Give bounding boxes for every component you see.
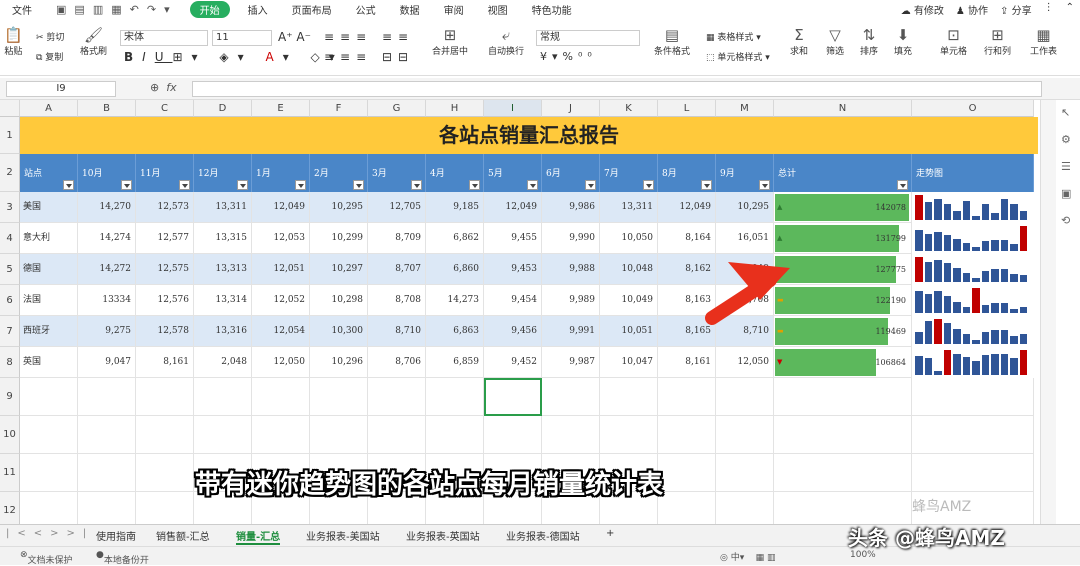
red-arrow (705, 262, 790, 325)
